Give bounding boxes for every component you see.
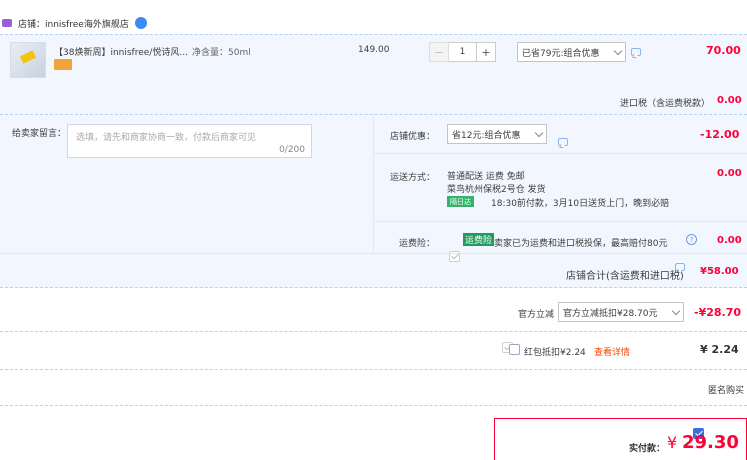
unit-price: 149.00 <box>358 45 390 55</box>
payment-total: 29.30 <box>682 432 739 453</box>
help-icon[interactable]: ? <box>686 234 697 245</box>
quantity-input[interactable]: 1 <box>449 42 476 62</box>
next-day-badge-label: 隔日达 <box>450 197 471 206</box>
shipping-value: 0.00 <box>717 168 742 179</box>
divider-3 <box>0 405 747 406</box>
redpacket-details-link[interactable]: 查看详情 <box>594 345 630 358</box>
message-counter: 0/200 <box>279 145 305 155</box>
insurance-tag: 运费险 <box>463 233 495 246</box>
official-discount-select-label: 官方立减抵扣¥28.70元 <box>563 308 658 319</box>
wangwang-chat-icon[interactable] <box>134 17 147 29</box>
insurance-tag-label: 运费险 <box>465 236 493 246</box>
divider-vertical <box>373 114 374 253</box>
promo-chat-icon[interactable] <box>631 48 641 56</box>
seller-message-input[interactable]: 选填，请先和商家协商一致，付款后商家可见 0/200 <box>67 124 312 158</box>
shop-discount-select-label: 省12元:组合优惠 <box>452 130 521 141</box>
chevron-down-icon <box>613 46 623 55</box>
redpacket-checkbox[interactable] <box>509 344 520 355</box>
tmall-shop-icon <box>2 19 12 27</box>
card-pay-icon <box>54 59 72 70</box>
divider-shipping <box>373 221 747 222</box>
shop-header: 店铺：innisfree海外旗舰店 <box>0 15 147 31</box>
help-icon-label: ? <box>689 235 694 244</box>
product-title[interactable]: 【38焕新周】innisfree/悦诗风... <box>54 45 189 58</box>
redpacket-label: 红包抵扣¥2.24 <box>524 348 586 358</box>
divider-1 <box>0 331 747 332</box>
official-discount-select[interactable]: 官方立减抵扣¥28.70元 <box>558 302 684 322</box>
payment-currency: ¥ <box>667 433 678 452</box>
shop-name[interactable]: 店铺：innisfree海外旗舰店 <box>18 17 129 30</box>
next-day-badge: 隔日达 <box>447 196 474 207</box>
official-discount-value: -¥28.70 <box>694 306 742 319</box>
seller-message-placeholder: 选填，请先和商家协商一致，付款后商家可见 <box>76 133 257 143</box>
item-promo-select[interactable]: 已省79元:组合优惠 <box>517 42 626 62</box>
anonymous-label: 匿名购买 <box>708 386 745 396</box>
divider-shop-discount <box>373 153 747 154</box>
import-tax-label: 进口税（含运费税款） <box>620 99 711 109</box>
insurance-value: 0.00 <box>717 235 742 246</box>
discount-chat-icon[interactable] <box>558 138 568 146</box>
payment-label: 实付款： <box>629 444 666 454</box>
chevron-down-icon <box>671 306 681 315</box>
message-label: 给卖家留言： <box>12 129 67 139</box>
divider-2 <box>0 369 747 370</box>
product-thumbnail[interactable] <box>10 42 46 78</box>
quantity-stepper: − 1 + <box>429 42 496 62</box>
shop-discount-select[interactable]: 省12元:组合优惠 <box>447 124 547 144</box>
shop-discount-label: 店铺优惠： <box>390 132 436 142</box>
shop-total-label: 店铺合计(含运费和进口税) <box>566 271 684 282</box>
item-promo-select-label: 已省79元:组合优惠 <box>522 48 600 59</box>
shop-total-value: ¥58.00 <box>700 266 739 277</box>
chevron-down-icon <box>534 128 544 137</box>
official-discount-label: 官方立减 <box>518 310 555 320</box>
insurance-label: 运费险： <box>399 239 436 249</box>
increase-button[interactable]: + <box>476 42 496 62</box>
shipping-line-2: 菜鸟杭州保税2号仓 发货 <box>447 185 546 195</box>
shipping-label: 运送方式： <box>390 173 436 183</box>
shipping-line-3: 18:30前付款，3月10日送货上门，晚到必赔 <box>491 199 670 209</box>
redpacket-value: ¥ 2.24 <box>700 343 739 356</box>
shop-discount-value: -12.00 <box>700 128 740 141</box>
item-total: 70.00 <box>706 44 741 57</box>
insurance-text: 卖家已为运费和进口税投保，最高赔付80元 <box>494 239 668 249</box>
import-tax-value: 0.00 <box>717 95 742 106</box>
decrease-button[interactable]: − <box>429 42 449 62</box>
product-spec: 净含量：50ml <box>192 48 251 58</box>
shipping-line-1: 普通配送 运费 免邮 <box>447 172 525 182</box>
